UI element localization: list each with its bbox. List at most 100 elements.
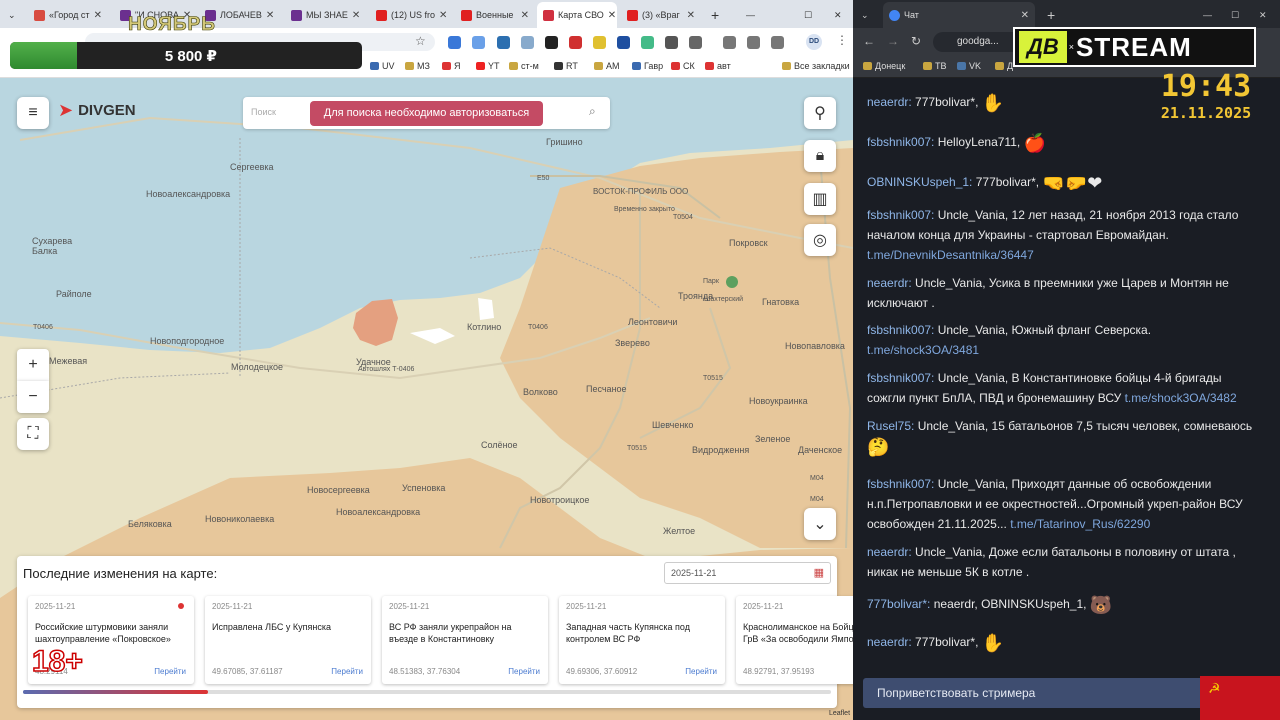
card-go-link[interactable]: Перейти (508, 667, 540, 676)
extension-icon[interactable] (497, 36, 510, 49)
bookmark[interactable]: Донецк (863, 61, 905, 71)
panel-scrollbar[interactable] (23, 690, 831, 694)
chat-username[interactable]: 777bolivar* (867, 597, 927, 611)
close-icon[interactable]: ✕ (521, 10, 529, 21)
change-card[interactable]: 2025-11-21 ВС РФ заняли укрепрайон на въе… (382, 596, 548, 684)
scroll-thumb[interactable] (23, 690, 208, 694)
back-icon[interactable]: ← (863, 34, 875, 48)
collapse-panel-button[interactable]: ⌄ (804, 508, 836, 540)
close-icon[interactable]: ✕ (687, 10, 695, 21)
bookmark[interactable]: RT (554, 61, 578, 71)
tab-7[interactable]: (3) «Враг ✕ (621, 4, 701, 26)
puzzle-icon[interactable] (689, 36, 702, 49)
minimize-icon[interactable]: — (1197, 4, 1217, 26)
chat-username[interactable]: neaerdr (867, 635, 908, 649)
bookmark[interactable]: AM (594, 61, 620, 71)
zoom-out-button[interactable]: − (17, 381, 49, 413)
tab-6[interactable]: Карта СВО ✕ (537, 2, 617, 28)
tab-list-button[interactable]: ⌄ (855, 4, 877, 26)
forward-icon[interactable]: → (887, 34, 899, 48)
chat-username[interactable]: neaerdr (867, 276, 908, 290)
extension-icon[interactable] (448, 36, 461, 49)
extension-icon[interactable] (472, 36, 485, 49)
chat-username[interactable]: fsbshnik007 (867, 208, 931, 222)
chat-username[interactable]: fsbshnik007 (867, 477, 931, 491)
bookmark[interactable]: VK (957, 61, 981, 71)
extension-icon[interactable] (641, 36, 654, 49)
chat-username[interactable]: neaerdr (867, 95, 908, 109)
new-tab-button[interactable]: + (705, 4, 727, 26)
lock-button[interactable]: 🔒︎ (804, 140, 836, 172)
tab-0[interactable]: «Город ст ✕ (28, 4, 108, 26)
bookmark[interactable]: МЗ (405, 61, 430, 71)
close-window-icon[interactable]: ✕ (828, 4, 848, 26)
change-card[interactable]: 2025-11-21 Западная часть Купянска под ко… (559, 596, 725, 684)
bookmark[interactable]: Д (995, 61, 1013, 71)
greet-streamer-button[interactable]: Поприветствовать стримера (863, 678, 1223, 708)
tab-list-button[interactable]: ⌄ (2, 4, 24, 26)
tab-4[interactable]: (12) US fro ✕ (370, 4, 450, 26)
tab-3[interactable]: МЫ ЗНАЕ ✕ (285, 4, 365, 26)
chat-username[interactable]: fsbshnik007 (867, 371, 931, 385)
change-card[interactable]: 2025-11-21 Краснолиманское на Бойцы 25 ОА… (736, 596, 853, 684)
chat-username[interactable]: neaerdr (867, 545, 908, 559)
map-attribution[interactable]: Leaflet (829, 710, 850, 717)
location-button[interactable]: ⚲ (804, 97, 836, 129)
close-window-icon[interactable]: ✕ (1253, 4, 1273, 26)
translate-icon[interactable] (771, 36, 784, 49)
card-go-link[interactable]: Перейти (154, 667, 186, 676)
maximize-icon[interactable]: ☐ (798, 4, 818, 26)
bookmark[interactable]: ТВ (923, 61, 947, 71)
tab-chat[interactable]: Чат ✕ (883, 2, 1035, 28)
link-icon[interactable] (747, 36, 760, 49)
chat-username[interactable]: fsbshnik007 (867, 323, 931, 337)
menu-dots-icon[interactable]: ⋮ (836, 33, 848, 47)
extension-icon[interactable] (521, 36, 534, 49)
chat-link[interactable]: t.me/Tatarinov_Rus/62290 (1010, 517, 1150, 531)
bookmark[interactable]: ст-м (509, 61, 539, 71)
target-button[interactable]: ◎ (804, 224, 836, 256)
menu-button[interactable]: ≡ (17, 97, 49, 129)
extension-icon[interactable] (617, 36, 630, 49)
key-icon[interactable] (723, 36, 736, 49)
minimize-icon[interactable]: — (740, 4, 760, 26)
close-icon[interactable]: ✕ (266, 10, 274, 21)
chat-link[interactable]: t.me/shock3OA/3481 (867, 343, 979, 357)
reload-icon[interactable]: ↻ (911, 34, 921, 48)
date-picker[interactable]: 2025-11-21 ▦ (664, 562, 831, 584)
chat-username[interactable]: OBNINSKUspeh_1 (867, 175, 969, 189)
calendar-icon[interactable]: ▦ (814, 566, 824, 579)
close-icon[interactable]: ✕ (94, 10, 102, 21)
chat-link[interactable]: t.me/DnevnikDesantnika/36447 (867, 248, 1034, 262)
bookmark[interactable]: UV (370, 61, 395, 71)
chat-username[interactable]: Rusel75 (867, 419, 911, 433)
chat-username[interactable]: fsbshnik007 (867, 135, 931, 149)
extension-icon[interactable] (569, 36, 582, 49)
close-icon[interactable]: ✕ (608, 10, 616, 21)
bookmark[interactable]: авт (705, 61, 731, 71)
search-icon[interactable]: ⌕ (589, 104, 596, 119)
tab-5[interactable]: Военные ✕ (455, 4, 535, 26)
bookmark[interactable]: СК (671, 61, 695, 71)
new-tab-button[interactable]: + (1041, 4, 1061, 26)
avatar[interactable]: DD (806, 34, 822, 50)
all-bookmarks[interactable]: Все закладки (782, 61, 850, 71)
card-go-link[interactable]: Перейти (331, 667, 363, 676)
extension-icon[interactable] (545, 36, 558, 49)
chat-link[interactable]: t.me/shock3OA/3482 (1125, 391, 1237, 405)
extension-icon[interactable] (593, 36, 606, 49)
maximize-icon[interactable]: ☐ (1225, 4, 1245, 26)
fullscreen-button[interactable]: ⛶ (17, 418, 49, 450)
extension-icon[interactable] (665, 36, 678, 49)
bookmark[interactable]: Я (442, 61, 461, 71)
ruler-button[interactable]: ▥ (804, 183, 836, 215)
change-card[interactable]: 2025-11-21 Исправлена ЛБС у Купянска 49.67… (205, 596, 371, 684)
star-icon[interactable]: ☆ (415, 34, 426, 48)
bookmark[interactable]: YT (476, 61, 500, 71)
zoom-in-button[interactable]: + (17, 349, 49, 381)
card-go-link[interactable]: Перейти (685, 667, 717, 676)
close-icon[interactable]: ✕ (1021, 10, 1029, 21)
close-icon[interactable]: ✕ (352, 10, 360, 21)
close-icon[interactable]: ✕ (439, 10, 447, 21)
bookmark[interactable]: Гавр (632, 61, 663, 71)
